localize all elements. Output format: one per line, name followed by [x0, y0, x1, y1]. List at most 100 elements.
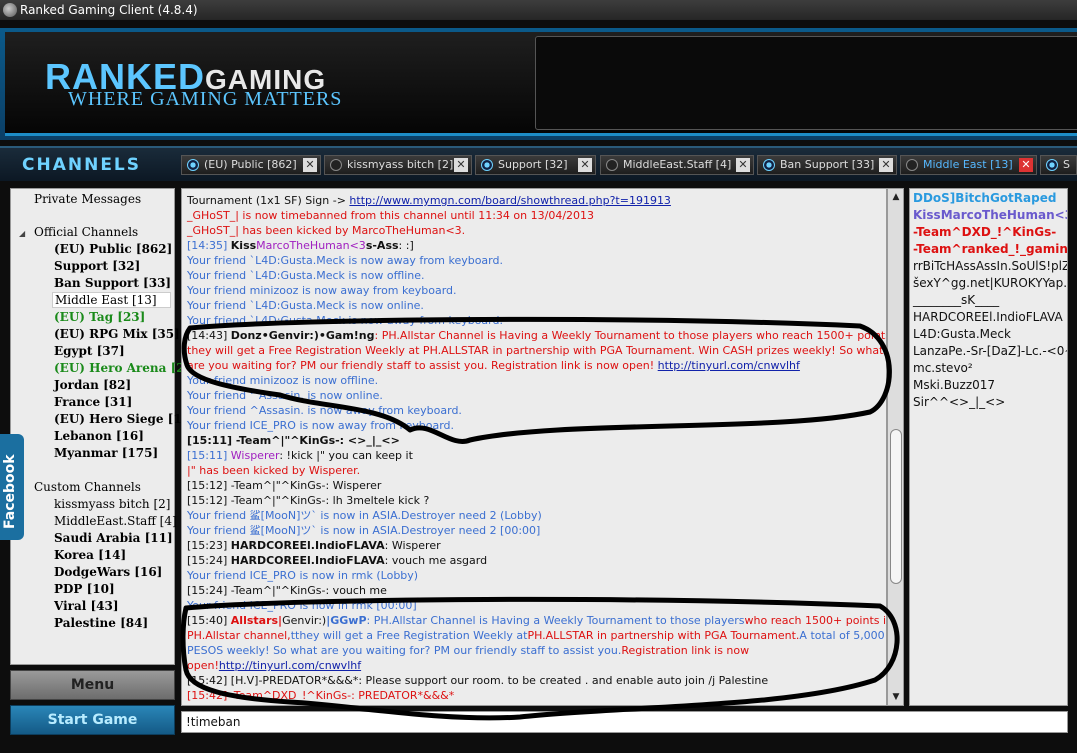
chat-text: : Wisperer — [384, 539, 441, 552]
title-bar: Ranked Gaming Client (4.8.4) — [0, 0, 1077, 20]
facebook-tab[interactable]: Facebook — [0, 434, 24, 540]
chat-scrollbar[interactable]: ▲ ▼ — [887, 188, 904, 706]
user-list-item[interactable]: Sir^^<>_|_<> — [913, 394, 1005, 411]
sidebar-channel-selected[interactable]: Middle East [13] — [52, 292, 171, 308]
sidebar-channel[interactable]: (EU) Tag [23] — [54, 310, 145, 324]
user-list-item[interactable]: mc.stevo² — [913, 360, 973, 377]
chat-user[interactable]: HARDCOREEl.IndioFLAVA — [231, 554, 385, 567]
sidebar-channel[interactable]: France [31] — [54, 395, 132, 409]
chat-line: [15:24] HARDCOREEl.IndioFLAVA: vouch me … — [187, 553, 487, 568]
timestamp: [15:11] — [187, 449, 231, 462]
timestamp: [15:24] — [187, 554, 231, 567]
chat-line: Your friend 鲨[MooN]ツ` is now in ASIA.Des… — [187, 524, 541, 537]
user-list-item[interactable]: LanzaPe.-Sr-[DaZ]-Lc.-<0~ — [913, 343, 1067, 360]
chat-link[interactable]: http://www.mymgn.com/board/showthread.ph… — [349, 194, 671, 207]
chat-line: Your friend `L4D:Gusta.Meck is now offli… — [187, 269, 425, 282]
sidebar-channel[interactable]: kissmyass bitch [2] — [54, 497, 170, 511]
tab-support[interactable]: Support [32] ✕ — [475, 155, 596, 175]
user-list-item[interactable]: KissMarcoTheHuman<3... — [913, 207, 1067, 224]
chat-user[interactable]: s-Ass — [366, 239, 399, 252]
radio-icon — [330, 159, 342, 171]
chat-link[interactable]: http://tinyurl.com/cnwvlhf — [219, 659, 361, 672]
chat-user[interactable]: HARDCOREEl.IndioFLAVA — [231, 539, 385, 552]
sidebar-channel[interactable]: DodgeWars [16] — [54, 565, 162, 579]
close-icon[interactable]: ✕ — [879, 158, 893, 172]
private-messages[interactable]: Private Messages — [34, 192, 141, 206]
tab-middleeast-staff[interactable]: MiddleEast.Staff [4] ✕ — [600, 155, 754, 175]
sidebar-channel[interactable]: Korea [14] — [54, 548, 126, 562]
chat-user[interactable]: MarcoTheHuman<3 — [256, 239, 366, 252]
tab-kissmyass[interactable]: kissmyass bitch [2] ✕ — [324, 155, 472, 175]
menu-button[interactable]: Menu — [10, 670, 175, 700]
chat-text: PH.Allstar channel, — [187, 629, 291, 642]
chat-line: PESOS weekly! So what are you waiting fo… — [187, 643, 749, 658]
sidebar-channel[interactable]: Saudi Arabia [11] — [54, 531, 173, 545]
close-icon[interactable]: ✕ — [303, 158, 317, 172]
close-icon[interactable]: ✕ — [454, 158, 468, 172]
scroll-up-icon[interactable]: ▲ — [890, 191, 902, 203]
tab-middle-east[interactable]: Middle East [13] ✕ — [900, 155, 1037, 175]
expand-icon[interactable]: ◢ — [19, 229, 25, 238]
user-list-item[interactable]: šexY^gg.net|KUROKYYap... — [913, 275, 1067, 292]
chat-line: Your friend `L4D:Gusta.Meck is now away … — [187, 254, 503, 267]
chat-line: _GHoST_| is now timebanned from this cha… — [187, 209, 595, 222]
user-list-item[interactable]: ________sK____ — [913, 292, 999, 309]
chat-text: : !kick |" you can keep it — [279, 449, 413, 462]
tab-label: S — [1063, 158, 1070, 171]
timestamp: [14:35] — [187, 239, 231, 252]
chat-input[interactable]: !timeban — [181, 711, 1068, 733]
chat-user[interactable]: Genvir:) — [282, 614, 326, 627]
sidebar-channel[interactable]: Ban Support [33] — [54, 276, 171, 290]
chat-text: Tournament (1x1 SF) Sign -> — [187, 194, 350, 207]
user-list-item[interactable]: Mski.Buzz017 — [913, 377, 995, 394]
scroll-thumb[interactable] — [890, 429, 902, 584]
radio-icon — [763, 159, 775, 171]
sidebar-channel[interactable]: (EU) RPG Mix [35] — [54, 327, 180, 341]
sidebar-channel[interactable]: PDP [10] — [54, 582, 115, 596]
chat-line: [15:12] -Team^|"^KinGs-: lh 3meltele kic… — [187, 494, 430, 507]
sidebar-channel[interactable]: Myanmar [175] — [54, 446, 158, 460]
close-icon[interactable]: ✕ — [578, 158, 592, 172]
sidebar-channel[interactable]: (EU) Hero Arena [22] — [54, 361, 199, 375]
chat-text: tthey will get a Free Registration Weekl… — [290, 629, 528, 642]
sidebar-channel[interactable]: (EU) Public [862] — [54, 242, 172, 256]
tab-overflow[interactable]: S — [1040, 155, 1077, 175]
sidebar-channel[interactable]: Egypt [37] — [54, 344, 125, 358]
sidebar-channel[interactable]: Viral [43] — [54, 599, 119, 613]
sidebar-channel[interactable]: Jordan [82] — [54, 378, 131, 392]
chat-line: [15:40] Allstars|Genvir:)|GGwP: PH.Allst… — [187, 613, 886, 628]
scroll-down-icon[interactable]: ▼ — [890, 691, 902, 703]
chat-line: [15:42] -Team^DXD_!^KinGs-: PREDATOR*&&&… — [187, 689, 455, 702]
chat-user[interactable]: |GGwP — [326, 614, 366, 627]
chat-link[interactable]: http://tinyurl.com/cnwvlhf — [658, 359, 800, 372]
user-list-item[interactable]: -Team^DXD_!^KinGs- — [913, 224, 1056, 241]
user-list-item[interactable]: rrBiTcHAssAssIn.SoUlS!plZ — [913, 258, 1067, 275]
sidebar-channel[interactable]: Palestine [84] — [54, 616, 148, 630]
chat-line: open!http://tinyurl.com/cnwvlhf — [187, 658, 361, 673]
close-icon[interactable]: ✕ — [736, 158, 750, 172]
user-list-item[interactable]: -Team^ranked_!_gamin... — [913, 241, 1067, 258]
chat-user[interactable]: Wisperer — [231, 449, 280, 462]
sidebar-channel[interactable]: (EU) Hero Siege [16] — [54, 412, 196, 426]
logo-tagline: WHERE GAMING MATTERS — [68, 88, 343, 110]
chat-line: Your friend ^Assasin. is now away from k… — [187, 404, 462, 417]
close-icon[interactable]: ✕ — [1019, 158, 1033, 172]
user-list-item[interactable]: DDoS]BitchGotRaped — [913, 190, 1056, 207]
chat-user[interactable]: Kiss — [231, 239, 256, 252]
tab-label: MiddleEast.Staff [4] — [623, 158, 732, 171]
official-channels-heading[interactable]: Official Channels — [34, 225, 138, 239]
chat-line: [15:12] -Team^|"^KinGs-: Wisperer — [187, 479, 382, 492]
user-list: DDoS]BitchGotRaped KissMarcoTheHuman<3..… — [909, 188, 1068, 706]
start-game-button[interactable]: Start Game — [10, 705, 175, 735]
sidebar-channel[interactable]: MiddleEast.Staff [4] — [54, 514, 177, 528]
window-title: Ranked Gaming Client (4.8.4) — [20, 3, 198, 17]
tab-eu-public[interactable]: (EU) Public [862] ✕ — [181, 155, 321, 175]
sidebar-channel[interactable]: Lebanon [16] — [54, 429, 144, 443]
chat-user[interactable]: Donz•Genvir:)•Gam!ng — [231, 329, 375, 342]
tab-ban-support[interactable]: Ban Support [33] ✕ — [757, 155, 897, 175]
sidebar-channel[interactable]: Support [32] — [54, 259, 140, 273]
user-list-item[interactable]: L4D:Gusta.Meck — [913, 326, 1011, 343]
user-list-item[interactable]: HARDCOREEl.IndioFLAVA — [913, 309, 1063, 326]
chat-user[interactable]: Allstars| — [231, 614, 282, 627]
custom-channels-heading[interactable]: Custom Channels — [34, 480, 141, 494]
